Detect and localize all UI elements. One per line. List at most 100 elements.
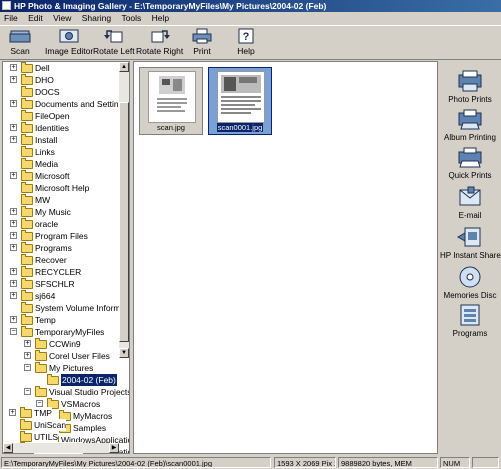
quick-prints-label: Quick Prints	[448, 171, 492, 180]
menu-file[interactable]: File	[0, 12, 22, 24]
expand-icon[interactable]: +	[36, 436, 43, 443]
menu-sharing[interactable]: Sharing	[78, 12, 115, 24]
tree-item-label: Microsoft	[35, 171, 70, 181]
folder-open-icon	[21, 326, 33, 337]
photo-prints-button[interactable]: Photo Prints	[440, 69, 500, 104]
scroll-down-icon[interactable]: ▼	[119, 348, 129, 358]
expand-icon[interactable]: +	[10, 76, 17, 83]
hp-instant-share-button[interactable]: HP Instant Share	[440, 225, 501, 260]
folder-icon	[21, 302, 33, 313]
thumbnail-scan0001-jpg[interactable]: scan0001.jpg	[208, 67, 272, 135]
rotate-right-button[interactable]: Rotate Right	[136, 28, 183, 56]
folder-icon	[21, 182, 33, 193]
expand-icon[interactable]: +	[10, 208, 17, 215]
thumbnail-scan-jpg[interactable]: scan.jpg	[139, 67, 203, 135]
email-button[interactable]: E-mail	[440, 185, 500, 220]
collapse-icon[interactable]: −	[10, 328, 17, 335]
folder-icon	[21, 170, 33, 181]
tree-item-label: Install	[35, 135, 58, 145]
tree-item-label: DHO	[35, 75, 54, 85]
tree-item-label: Media	[35, 159, 59, 169]
memories-disc-button[interactable]: Memories Disc	[440, 265, 500, 300]
expand-icon[interactable]: +	[10, 100, 17, 107]
tree-item-label: Programs	[35, 243, 72, 253]
rotate-left-button[interactable]: Rotate Left	[93, 28, 135, 56]
tree-item-label: DOCS	[35, 87, 60, 97]
tree-item-label: 2004-02 (Feb)	[61, 374, 117, 386]
folder-open-icon	[47, 398, 59, 409]
menu-edit[interactable]: Edit	[24, 12, 47, 24]
folder-icon	[21, 62, 33, 73]
status-num-lock: NUM	[440, 457, 470, 468]
tree-item-label: TemporaryMyFiles	[35, 327, 105, 337]
expand-icon[interactable]: +	[10, 280, 17, 287]
folder-icon	[21, 218, 33, 229]
collapse-icon[interactable]: −	[36, 400, 43, 407]
folder-icon	[21, 74, 33, 85]
folder-tree[interactable]: + Dell + DHO DOCS + Documents and Settin…	[2, 61, 130, 454]
tree-horizontal-scrollbar[interactable]: ◀ ▶	[3, 443, 119, 453]
folder-open-icon	[35, 386, 47, 397]
folder-icon	[21, 266, 33, 277]
expand-icon[interactable]: +	[24, 340, 31, 347]
expand-icon[interactable]: +	[10, 244, 17, 251]
expand-icon[interactable]: +	[10, 232, 17, 239]
tree-vertical-scrollbar[interactable]: ▲ ▼	[119, 62, 129, 358]
expand-icon[interactable]: +	[10, 316, 17, 323]
folder-icon	[59, 410, 71, 421]
menu-bar: File Edit View Sharing Tools Help	[0, 12, 501, 24]
programs-label: Programs	[452, 329, 488, 338]
memories-disc-icon	[459, 266, 481, 288]
tree-item-label: Recover	[35, 255, 67, 265]
scroll-up-icon[interactable]: ▲	[119, 62, 129, 72]
scan-button[interactable]: Scan	[8, 28, 32, 56]
print-button[interactable]: Print	[190, 28, 214, 56]
app-icon	[2, 1, 11, 10]
rotate-left-icon	[103, 30, 123, 43]
expand-icon[interactable]: +	[10, 172, 17, 179]
tree-item-label: Temp	[35, 315, 56, 325]
scroll-right-icon[interactable]: ▶	[109, 443, 119, 453]
image-editor-button[interactable]: Image Editor	[45, 28, 93, 56]
window-title: HP Photo & Imaging Gallery - E:\Temporar…	[14, 1, 327, 11]
menu-help[interactable]: Help	[148, 12, 173, 24]
help-button[interactable]: ? Help	[234, 28, 258, 56]
memories-disc-label: Memories Disc	[443, 291, 497, 300]
quick-prints-button[interactable]: Quick Prints	[440, 145, 500, 180]
collapse-icon[interactable]: −	[24, 364, 31, 371]
folder-icon	[21, 230, 33, 241]
title-bar: HP Photo & Imaging Gallery - E:\Temporar…	[0, 0, 501, 12]
tree-item-label: MW	[35, 195, 51, 205]
status-file-size: 9889820 bytes, MEM	[338, 457, 438, 468]
album-printing-button[interactable]: Album Printing	[440, 107, 500, 142]
hp-instant-share-label: HP Instant Share	[440, 251, 501, 260]
expand-icon[interactable]: +	[10, 268, 17, 275]
status-bar: E:\TemporaryMyFiles\My Pictures\2004-02 …	[0, 456, 501, 469]
expand-icon[interactable]: +	[10, 220, 17, 227]
tree-item-label: oracle	[35, 219, 59, 229]
status-dimensions: 1593 X 2069 Pix 24 BPP	[274, 457, 336, 468]
programs-button[interactable]: Programs	[440, 303, 500, 338]
expand-icon[interactable]: +	[10, 136, 17, 143]
expand-icon[interactable]: +	[10, 292, 17, 299]
scroll-thumb[interactable]	[119, 102, 129, 342]
folder-icon	[21, 194, 33, 205]
menu-view[interactable]: View	[49, 12, 75, 24]
rotate-left-label: Rotate Left	[93, 46, 135, 56]
scan-label: Scan	[10, 46, 30, 56]
collapse-icon[interactable]: −	[24, 388, 31, 395]
tree-item-label: Microsoft Help	[35, 183, 90, 193]
tree-item-label: Documents and Settings	[35, 99, 128, 109]
expand-icon[interactable]: +	[10, 124, 17, 131]
menu-tools[interactable]: Tools	[117, 12, 145, 24]
scroll-left-icon[interactable]: ◀	[3, 443, 13, 453]
help-icon: ?	[238, 28, 254, 44]
expand-icon[interactable]: +	[10, 64, 17, 71]
expand-icon[interactable]: +	[24, 352, 31, 359]
thumbnail-pane[interactable]: scan.jpg scan0001.jpg	[133, 61, 438, 454]
tree-item-label: MyMacros	[73, 411, 113, 421]
tree-item-label: RECYCLER	[35, 267, 82, 277]
tree-item-label: My Music	[35, 207, 71, 217]
folder-open-icon	[47, 374, 59, 385]
image-editor-label: Image Editor	[45, 46, 94, 56]
